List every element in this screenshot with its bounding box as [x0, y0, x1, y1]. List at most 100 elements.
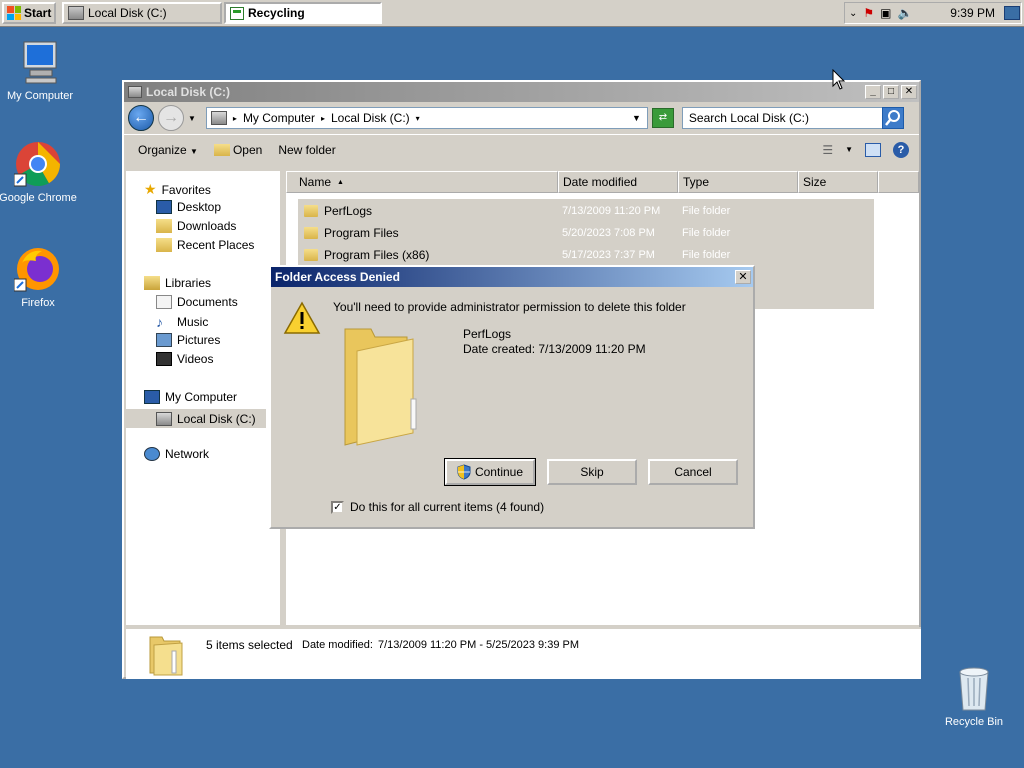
nav-music[interactable]: ♪ Music — [156, 314, 208, 330]
desktop-icon-label: Google Chrome — [0, 192, 77, 204]
windows-logo-icon — [7, 6, 21, 20]
volume-muted-icon[interactable]: 🔈 — [898, 6, 913, 20]
desktop-icon — [156, 200, 172, 214]
search-input[interactable]: Search Local Disk (C:) — [689, 111, 809, 125]
back-button[interactable]: ← — [128, 105, 154, 131]
column-label: Type — [683, 175, 710, 189]
open-button[interactable]: Open — [213, 143, 262, 157]
column-header-size[interactable]: Size — [798, 171, 878, 193]
start-button[interactable]: Start — [2, 2, 56, 24]
desktop-icon-recycle-bin[interactable]: Recycle Bin — [934, 664, 1014, 728]
folder-stack-icon — [149, 636, 183, 676]
nav-pictures[interactable]: Pictures — [156, 333, 220, 347]
nav-favorites[interactable]: ★ Favorites — [144, 181, 211, 198]
folder-access-denied-dialog: Folder Access Denied ✕ You'll need to pr… — [269, 265, 755, 529]
large-folder-icon — [344, 328, 417, 446]
clock[interactable]: 9:39 PM — [950, 6, 995, 20]
column-header-date[interactable]: Date modified — [558, 171, 678, 193]
minimize-button[interactable]: _ — [865, 85, 881, 99]
nav-label: Downloads — [177, 219, 237, 233]
maximize-button[interactable]: □ — [883, 85, 899, 99]
search-box[interactable]: Search Local Disk (C:) — [681, 107, 904, 129]
breadcrumb-local-disk[interactable]: Local Disk (C:) — [331, 111, 410, 125]
refresh-button[interactable]: ⇄ — [651, 108, 674, 128]
tray-expand-icon[interactable]: ⌄ — [849, 8, 857, 19]
skip-label: Skip — [580, 465, 604, 479]
selection-count: 5 items selected — [206, 638, 293, 652]
nav-videos[interactable]: Videos — [156, 352, 213, 366]
nav-label: Network — [165, 447, 210, 461]
breadcrumb-my-computer[interactable]: My Computer — [243, 111, 315, 125]
nav-network[interactable]: Network — [144, 447, 209, 461]
close-button[interactable]: ✕ — [901, 85, 917, 99]
breadcrumb-chevron-icon[interactable]: ▾ — [416, 114, 420, 123]
nav-documents[interactable]: Documents — [156, 295, 238, 309]
organize-label: Organize — [138, 142, 187, 157]
skip-button[interactable]: Skip — [547, 459, 637, 485]
nav-desktop[interactable]: Desktop — [156, 200, 221, 214]
apply-all-checkbox-row[interactable]: ✓ Do this for all current items (4 found… — [331, 500, 544, 514]
view-options-icon[interactable]: ☰ — [822, 143, 833, 157]
nav-recent-places[interactable]: Recent Places — [156, 238, 254, 252]
search-button[interactable] — [881, 107, 904, 129]
cancel-button[interactable]: Cancel — [648, 459, 738, 485]
new-folder-button[interactable]: New folder — [278, 143, 335, 157]
forward-button[interactable]: → — [158, 105, 184, 131]
breadcrumb-chevron-icon[interactable]: ▸ — [233, 114, 237, 123]
continue-button[interactable]: Continue — [444, 458, 536, 486]
breadcrumb-chevron-icon[interactable]: ▸ — [321, 114, 325, 123]
nav-label: Local Disk (C:) — [177, 411, 256, 426]
table-row[interactable]: Program Files (x86) 5/17/2023 7:37 PM Fi… — [304, 245, 864, 265]
command-bar: Organize ▼ Open New folder ☰ ▼ ? — [124, 134, 919, 164]
column-header-name[interactable]: Name ▲ — [286, 171, 558, 193]
preview-pane-icon[interactable] — [865, 142, 881, 157]
dialog-folder-name: PerfLogs — [463, 327, 512, 341]
row-type: File folder — [682, 227, 731, 239]
chevron-down-icon[interactable]: ▼ — [845, 145, 853, 154]
folder-icon — [304, 249, 318, 261]
nav-label: Music — [177, 315, 209, 329]
table-row[interactable]: PerfLogs 7/13/2009 11:20 PM File folder — [304, 201, 864, 221]
open-folder-icon — [213, 143, 230, 156]
desktop-icon-google-chrome[interactable]: Google Chrome — [0, 140, 78, 204]
column-label: Size — [803, 175, 827, 189]
dialog-title-bar[interactable]: Folder Access Denied ✕ — [271, 267, 753, 287]
refresh-icon: ⇄ — [658, 112, 668, 123]
nav-my-computer[interactable]: My Computer — [144, 390, 237, 404]
computer-icon — [144, 390, 160, 404]
taskbar-item-recycling[interactable]: Recycling — [224, 2, 382, 24]
desktop-icon-label: Firefox — [21, 297, 55, 309]
forward-arrow-icon: → — [163, 109, 179, 126]
show-desktop-button[interactable] — [1004, 6, 1020, 20]
sort-up-icon: ▲ — [337, 178, 344, 186]
help-icon[interactable]: ? — [893, 141, 909, 158]
taskbar: Start Local Disk (C:) Recycling ⌄ ⚑ ▣ 🔈 … — [0, 0, 1024, 27]
address-bar[interactable]: ▸ My Computer ▸ Local Disk (C:) ▾ ▼ — [205, 107, 648, 129]
network-icon[interactable]: ▣ — [880, 6, 891, 20]
explorer-title-bar[interactable]: Local Disk (C:) _ □ ✕ — [124, 82, 919, 102]
apply-all-checkbox[interactable]: ✓ — [331, 500, 344, 514]
nav-libraries[interactable]: Libraries — [144, 276, 211, 290]
desktop-icon-firefox[interactable]: Firefox — [0, 245, 78, 309]
nav-label: Videos — [177, 352, 214, 366]
taskbar-item-local-disk[interactable]: Local Disk (C:) — [62, 2, 222, 24]
details-pane: 5 items selected Date modified: 7/13/200… — [126, 627, 921, 679]
organize-button[interactable]: Organize ▼ — [138, 143, 198, 157]
chevron-down-icon: ▼ — [190, 146, 198, 156]
action-center-icon[interactable]: ⚑ — [863, 6, 874, 20]
desktop-icon-my-computer[interactable]: My Computer — [0, 38, 80, 102]
dialog-folder-date: Date created: 7/13/2009 11:20 PM — [463, 342, 646, 356]
window-title: Local Disk (C:) — [146, 85, 231, 99]
downloads-icon — [156, 219, 172, 233]
cancel-label: Cancel — [674, 465, 712, 479]
column-header-type[interactable]: Type — [678, 171, 798, 193]
table-row[interactable]: Program Files 5/20/2023 7:08 PM File fol… — [304, 223, 864, 243]
row-date: 5/17/2023 7:37 PM — [562, 249, 655, 261]
nav-downloads[interactable]: Downloads — [156, 219, 236, 233]
nav-local-disk[interactable]: Local Disk (C:) — [126, 409, 266, 428]
dialog-title: Folder Access Denied — [275, 270, 400, 284]
continue-label: Continue — [474, 465, 524, 479]
address-dropdown-icon[interactable]: ▼ — [632, 113, 641, 123]
recent-pages-chevron-icon[interactable]: ▼ — [188, 114, 196, 123]
dialog-close-button[interactable]: ✕ — [735, 270, 751, 284]
